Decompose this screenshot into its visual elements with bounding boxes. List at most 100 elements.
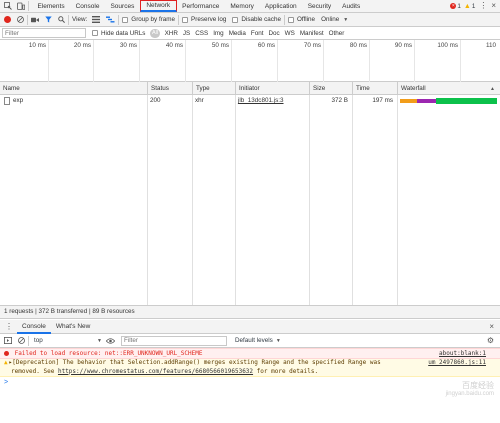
filter-input[interactable]: [2, 28, 86, 38]
request-size: 372 B: [331, 97, 348, 104]
warning-count: 1: [471, 2, 476, 10]
type-filter-doc[interactable]: Doc: [266, 30, 282, 37]
disable-cache-checkbox[interactable]: [232, 16, 239, 23]
divider: [178, 14, 180, 25]
tab-console[interactable]: Console: [70, 0, 105, 13]
column-header-name[interactable]: Name: [0, 82, 147, 95]
console-toolbar: top ▼ Default levels ▼ ⚙: [0, 334, 500, 348]
warning-source-link[interactable]: um_2497860.js:11: [428, 359, 486, 368]
column-header-time[interactable]: Time: [352, 82, 397, 95]
grid-line: [48, 40, 49, 82]
error-count: 1: [457, 2, 461, 10]
live-expression-eye-icon[interactable]: [106, 337, 115, 344]
waterfall-bar[interactable]: [400, 98, 497, 104]
tab-elements[interactable]: Elements: [32, 0, 70, 13]
grid-line: [93, 40, 94, 82]
close-drawer-icon[interactable]: ×: [489, 322, 494, 331]
log-levels-value: Default levels: [235, 337, 273, 344]
search-icon[interactable]: [58, 16, 65, 23]
table-row[interactable]: exp 200 xhr jlb_13dc801.js:3 372 B 197 m…: [0, 95, 500, 107]
filter-icon[interactable]: [45, 16, 52, 23]
waterfall-stalled-segment: [417, 99, 436, 103]
tab-network[interactable]: Network: [139, 0, 177, 12]
type-filter-font[interactable]: Font: [248, 30, 266, 37]
context-select[interactable]: top ▼: [32, 336, 102, 346]
type-filter-manifest[interactable]: Manifest: [297, 30, 326, 37]
device-toolbar-icon[interactable]: [17, 2, 25, 10]
warning-triangle-icon: ▲: [4, 359, 8, 366]
preserve-log-checkbox[interactable]: [182, 16, 189, 23]
issue-counters[interactable]: × 1 ▲ 1 ⋮ ×: [450, 2, 496, 10]
column-header-size[interactable]: Size: [309, 82, 352, 95]
network-summary-text: 1 requests | 372 B transferred | 89 B re…: [4, 308, 135, 315]
type-filter-other[interactable]: Other: [326, 30, 347, 37]
console-settings-gear-icon[interactable]: ⚙: [487, 336, 494, 345]
drawer-tab-console[interactable]: Console: [17, 320, 51, 334]
type-filter-img[interactable]: Img: [211, 30, 227, 37]
grid-line: [460, 40, 461, 82]
tick-label: 60 ms: [257, 42, 275, 49]
grid-line: [277, 40, 278, 82]
drawer-menu-icon[interactable]: ⋮: [5, 322, 13, 331]
type-filter-all[interactable]: All: [149, 28, 161, 38]
divider: [283, 14, 285, 25]
type-filter-css[interactable]: CSS: [193, 30, 211, 37]
request-name: exp: [13, 97, 24, 104]
chevron-down-icon: ▼: [343, 16, 349, 23]
network-summary-bar: 1 requests | 372 B transferred | 89 B re…: [0, 305, 500, 319]
throttling-select[interactable]: Online ▼: [321, 16, 348, 23]
type-filter-ws[interactable]: WS: [282, 30, 297, 37]
console-error-message[interactable]: Failed to load resource: net::ERR_UNKNOW…: [0, 348, 500, 359]
tab-performance[interactable]: Performance: [177, 0, 225, 13]
offline-label: Offline: [296, 16, 316, 23]
divider: [68, 14, 69, 25]
type-filter-xhr[interactable]: XHR: [162, 30, 180, 37]
timeline-overview[interactable]: 10 ms 20 ms 30 ms 40 ms 50 ms 60 ms 70 m…: [0, 40, 500, 82]
grid-line: [139, 40, 140, 82]
tab-memory[interactable]: Memory: [225, 0, 259, 13]
divider: [27, 14, 28, 25]
tick-label: 50 ms: [211, 42, 229, 49]
hide-data-urls-label: Hide data URLs: [101, 29, 146, 37]
close-devtools-icon[interactable]: ×: [491, 2, 496, 10]
large-rows-icon[interactable]: [92, 16, 101, 23]
tick-label: 80 ms: [349, 42, 367, 49]
group-by-frame-checkbox[interactable]: [122, 16, 129, 23]
column-header-initiator[interactable]: Initiator: [235, 82, 309, 95]
offline-checkbox[interactable]: [287, 16, 294, 23]
video-camera-icon[interactable]: [31, 17, 39, 23]
column-header-type[interactable]: Type: [192, 82, 235, 95]
request-initiator-link[interactable]: jlb_13dc801.js:3: [235, 95, 284, 107]
console-filter-input[interactable]: [121, 335, 227, 346]
record-button[interactable]: [4, 16, 11, 23]
console-prompt-chevron[interactable]: >: [4, 379, 8, 386]
clear-icon[interactable]: [17, 16, 24, 23]
tick-label: 20 ms: [73, 42, 91, 49]
tab-application[interactable]: Application: [259, 0, 302, 13]
tab-audits[interactable]: Audits: [337, 0, 366, 13]
grid-line: [185, 40, 186, 82]
console-warning-message[interactable]: ▲▸[Deprecation] The behavior that Select…: [0, 359, 500, 377]
column-header-waterfall[interactable]: Waterfall: [397, 82, 500, 95]
request-time: 197 ms: [372, 97, 393, 104]
chromestatus-link[interactable]: https://www.chromestatus.com/features/66…: [58, 368, 253, 375]
inspect-element-icon[interactable]: [4, 2, 12, 10]
log-levels-select[interactable]: Default levels ▼: [235, 337, 281, 344]
clear-console-icon[interactable]: [18, 337, 25, 344]
filter-bar: Hide data URLs All XHR JS CSS Img Media …: [0, 27, 500, 40]
column-header-status[interactable]: Status: [147, 82, 192, 95]
error-source-link[interactable]: about:blank:1: [439, 349, 486, 359]
hide-data-urls-checkbox[interactable]: [92, 30, 98, 36]
column-divider: [309, 95, 310, 305]
drawer-tab-whats-new[interactable]: What's New: [51, 320, 95, 334]
watermark: 百度经验 jingyan.baidu.com: [446, 381, 494, 399]
type-filter-media[interactable]: Media: [226, 30, 248, 37]
tick-label: 30 ms: [119, 42, 137, 49]
grid-line: [414, 40, 415, 82]
more-menu-icon[interactable]: ⋮: [479, 2, 487, 10]
type-filter-js[interactable]: JS: [180, 30, 192, 37]
tab-sources[interactable]: Sources: [105, 0, 140, 13]
waterfall-overview-icon[interactable]: [106, 16, 115, 23]
tab-security[interactable]: Security: [302, 0, 336, 13]
sidebar-toggle-icon[interactable]: [4, 337, 12, 344]
